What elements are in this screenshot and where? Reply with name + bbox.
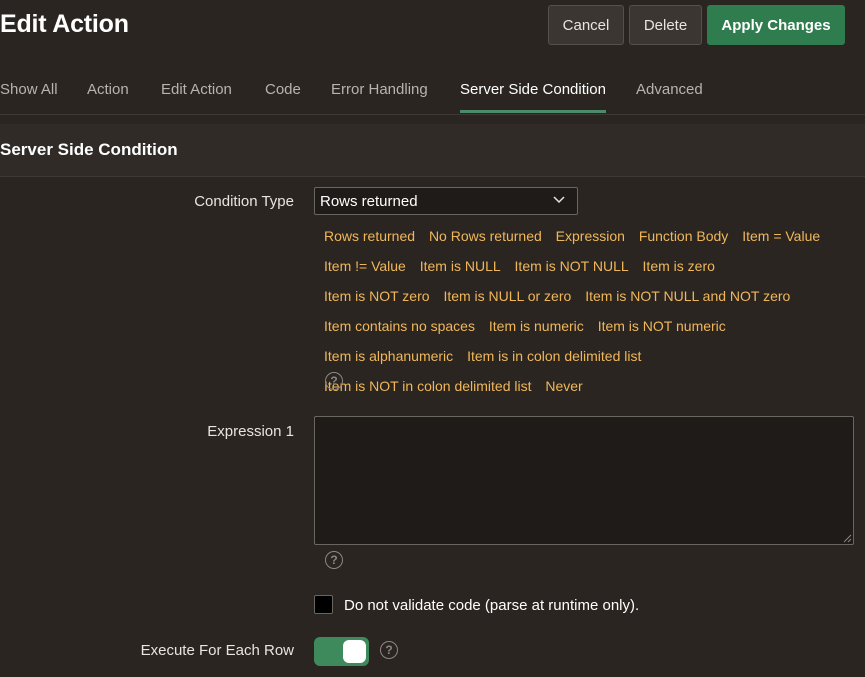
tab-action[interactable]: Action xyxy=(87,81,129,98)
quick-pick-item[interactable]: Never xyxy=(545,378,582,394)
apply-changes-button[interactable]: Apply Changes xyxy=(707,5,845,45)
quick-pick-item[interactable]: Item is NOT numeric xyxy=(598,318,726,334)
quick-pick-item[interactable]: Item is NOT NULL and NOT zero xyxy=(585,288,790,304)
execute-each-row-label: Execute For Each Row xyxy=(140,642,294,659)
quick-pick-item[interactable]: No Rows returned xyxy=(429,228,542,244)
section-title: Server Side Condition xyxy=(0,140,178,159)
page-title: Edit Action xyxy=(0,10,129,38)
quick-pick-item[interactable]: Expression xyxy=(556,228,625,244)
expression1-textarea[interactable] xyxy=(314,416,854,545)
quick-pick-item[interactable]: Rows returned xyxy=(324,228,415,244)
tab-server-side-condition[interactable]: Server Side Condition xyxy=(460,81,606,98)
validate-checkbox[interactable] xyxy=(314,595,333,614)
help-icon[interactable]: ? xyxy=(380,641,398,659)
tab-bar: Show All Action Edit Action Code Error H… xyxy=(0,66,865,114)
quick-pick-item[interactable]: Item is NOT in colon delimited list xyxy=(324,378,531,394)
quick-pick-item[interactable]: Item = Value xyxy=(742,228,820,244)
section-header: Server Side Condition xyxy=(0,124,865,177)
quick-pick-item[interactable]: Item is NOT NULL xyxy=(515,258,629,274)
help-icon[interactable]: ? xyxy=(325,372,343,390)
tab-advanced[interactable]: Advanced xyxy=(636,81,703,98)
quick-pick-item[interactable]: Item is in colon delimited list xyxy=(467,348,641,364)
tab-error-handling[interactable]: Error Handling xyxy=(331,81,428,98)
quick-pick-item[interactable]: Item is NOT zero xyxy=(324,288,430,304)
quick-pick-item[interactable]: Item is NULL xyxy=(420,258,501,274)
condition-type-value: Rows returned xyxy=(320,193,418,210)
tabs-divider xyxy=(0,114,865,115)
chevron-down-icon xyxy=(553,196,565,204)
execute-each-row-toggle[interactable] xyxy=(314,637,369,666)
condition-quick-picks: Rows returned No Rows returned Expressio… xyxy=(324,221,844,401)
condition-type-label: Condition Type xyxy=(194,193,294,210)
quick-pick-item[interactable]: Item is zero xyxy=(643,258,715,274)
edit-action-page: Edit Action Cancel Delete Apply Changes … xyxy=(0,0,865,677)
expression1-label: Expression 1 xyxy=(207,423,294,440)
toggle-knob xyxy=(343,640,366,663)
validate-checkbox-label[interactable]: Do not validate code (parse at runtime o… xyxy=(344,597,639,614)
quick-pick-item[interactable]: Item is numeric xyxy=(489,318,584,334)
tab-edit-action[interactable]: Edit Action xyxy=(161,81,232,98)
quick-pick-item[interactable]: Item contains no spaces xyxy=(324,318,475,334)
quick-pick-item[interactable]: Function Body xyxy=(639,228,729,244)
cancel-button[interactable]: Cancel xyxy=(548,5,624,45)
delete-button[interactable]: Delete xyxy=(629,5,702,45)
tab-show-all[interactable]: Show All xyxy=(0,81,58,98)
active-tab-indicator xyxy=(460,110,606,113)
resize-grip-icon[interactable] xyxy=(842,533,852,543)
quick-pick-item[interactable]: Item is NULL or zero xyxy=(443,288,571,304)
quick-pick-item[interactable]: Item is alphanumeric xyxy=(324,348,453,364)
quick-pick-item[interactable]: Item != Value xyxy=(324,258,406,274)
help-icon[interactable]: ? xyxy=(325,551,343,569)
condition-type-select[interactable]: Rows returned xyxy=(314,187,578,215)
tab-code[interactable]: Code xyxy=(265,81,301,98)
